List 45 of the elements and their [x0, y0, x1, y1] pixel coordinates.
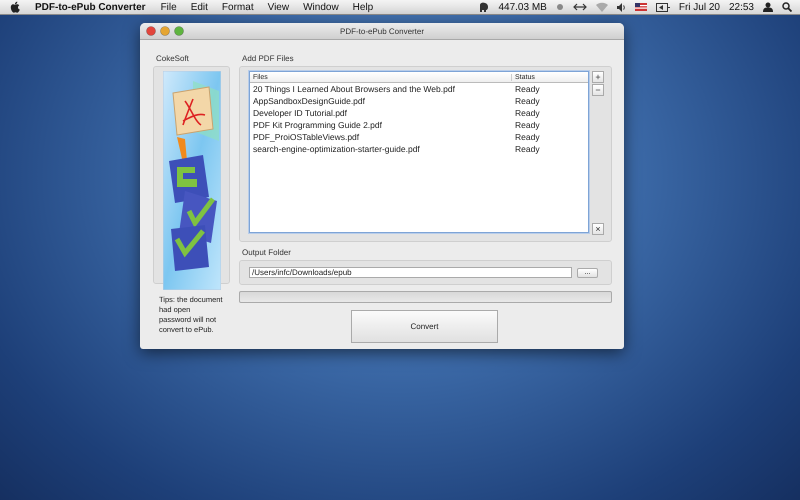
display-icon [656, 2, 670, 12]
status-cell-text: Ready [514, 120, 540, 130]
clear-button[interactable]: × [592, 223, 604, 235]
flag-icon [634, 3, 647, 11]
menu-item[interactable]: File [154, 2, 184, 12]
status-cell-text: Ready [514, 132, 540, 142]
files-label: Add PDF Files [242, 54, 295, 63]
memory-usage: 447.03 MB [498, 2, 547, 12]
user-icon[interactable] [763, 2, 773, 12]
minimize-button[interactable] [160, 26, 170, 36]
output-folder-label: Output Folder [242, 248, 292, 257]
zoom-button[interactable] [174, 26, 184, 36]
menu-item[interactable]: Format [214, 2, 261, 12]
convert-button[interactable]: Convert [351, 310, 498, 343]
file-name-cell-text: 20 Things I Learned About Browsers and the Web.pdf [252, 84, 456, 94]
file-name-cell-text: AppSandboxDesignGuide.pdf [252, 96, 366, 106]
file-name-cell-text: PDF_ProiOSTableViews.pdf [252, 132, 360, 142]
dot-icon [556, 3, 564, 11]
output-folder-field[interactable]: /Users/infc/Downloads/epub [249, 267, 572, 278]
app-menu[interactable]: PDF-to-ePub Converter [21, 2, 154, 12]
status-cell-text: Ready [514, 108, 540, 118]
search-icon[interactable] [782, 2, 792, 12]
remove-button[interactable]: − [592, 84, 604, 96]
menu-item[interactable]: Edit [184, 2, 215, 12]
file-name-cell-text: PDF Kit Programming Guide 2.pdf [252, 120, 383, 130]
elephant-icon [479, 2, 490, 12]
apple-icon[interactable] [10, 1, 21, 13]
clock-date: Fri Jul 20 [678, 2, 720, 12]
file-table[interactable] [249, 71, 589, 233]
double-arrow-icon [572, 3, 587, 11]
file-name-cell-text: search-engine-optimization-starter-guide.pdf [252, 144, 421, 154]
status-cell-text: Ready [514, 84, 540, 94]
close-button[interactable] [146, 26, 156, 36]
window-title: PDF-to-ePub Converter [340, 26, 424, 36]
wifi-icon [596, 2, 608, 12]
speaker-icon [616, 2, 626, 12]
menu-item[interactable]: Help [346, 2, 380, 12]
menu-item[interactable]: View [260, 2, 296, 12]
status-cell-text: Ready [514, 144, 540, 154]
brand-label: CokeSoft [156, 54, 190, 63]
file-name-cell-text: Developer ID Tutorial.pdf [252, 108, 348, 118]
menu-item[interactable]: Window [296, 2, 346, 12]
add-button[interactable]: + [592, 71, 604, 83]
clock-time: 22:53 [728, 2, 754, 12]
status-cell-text: Ready [514, 96, 540, 106]
